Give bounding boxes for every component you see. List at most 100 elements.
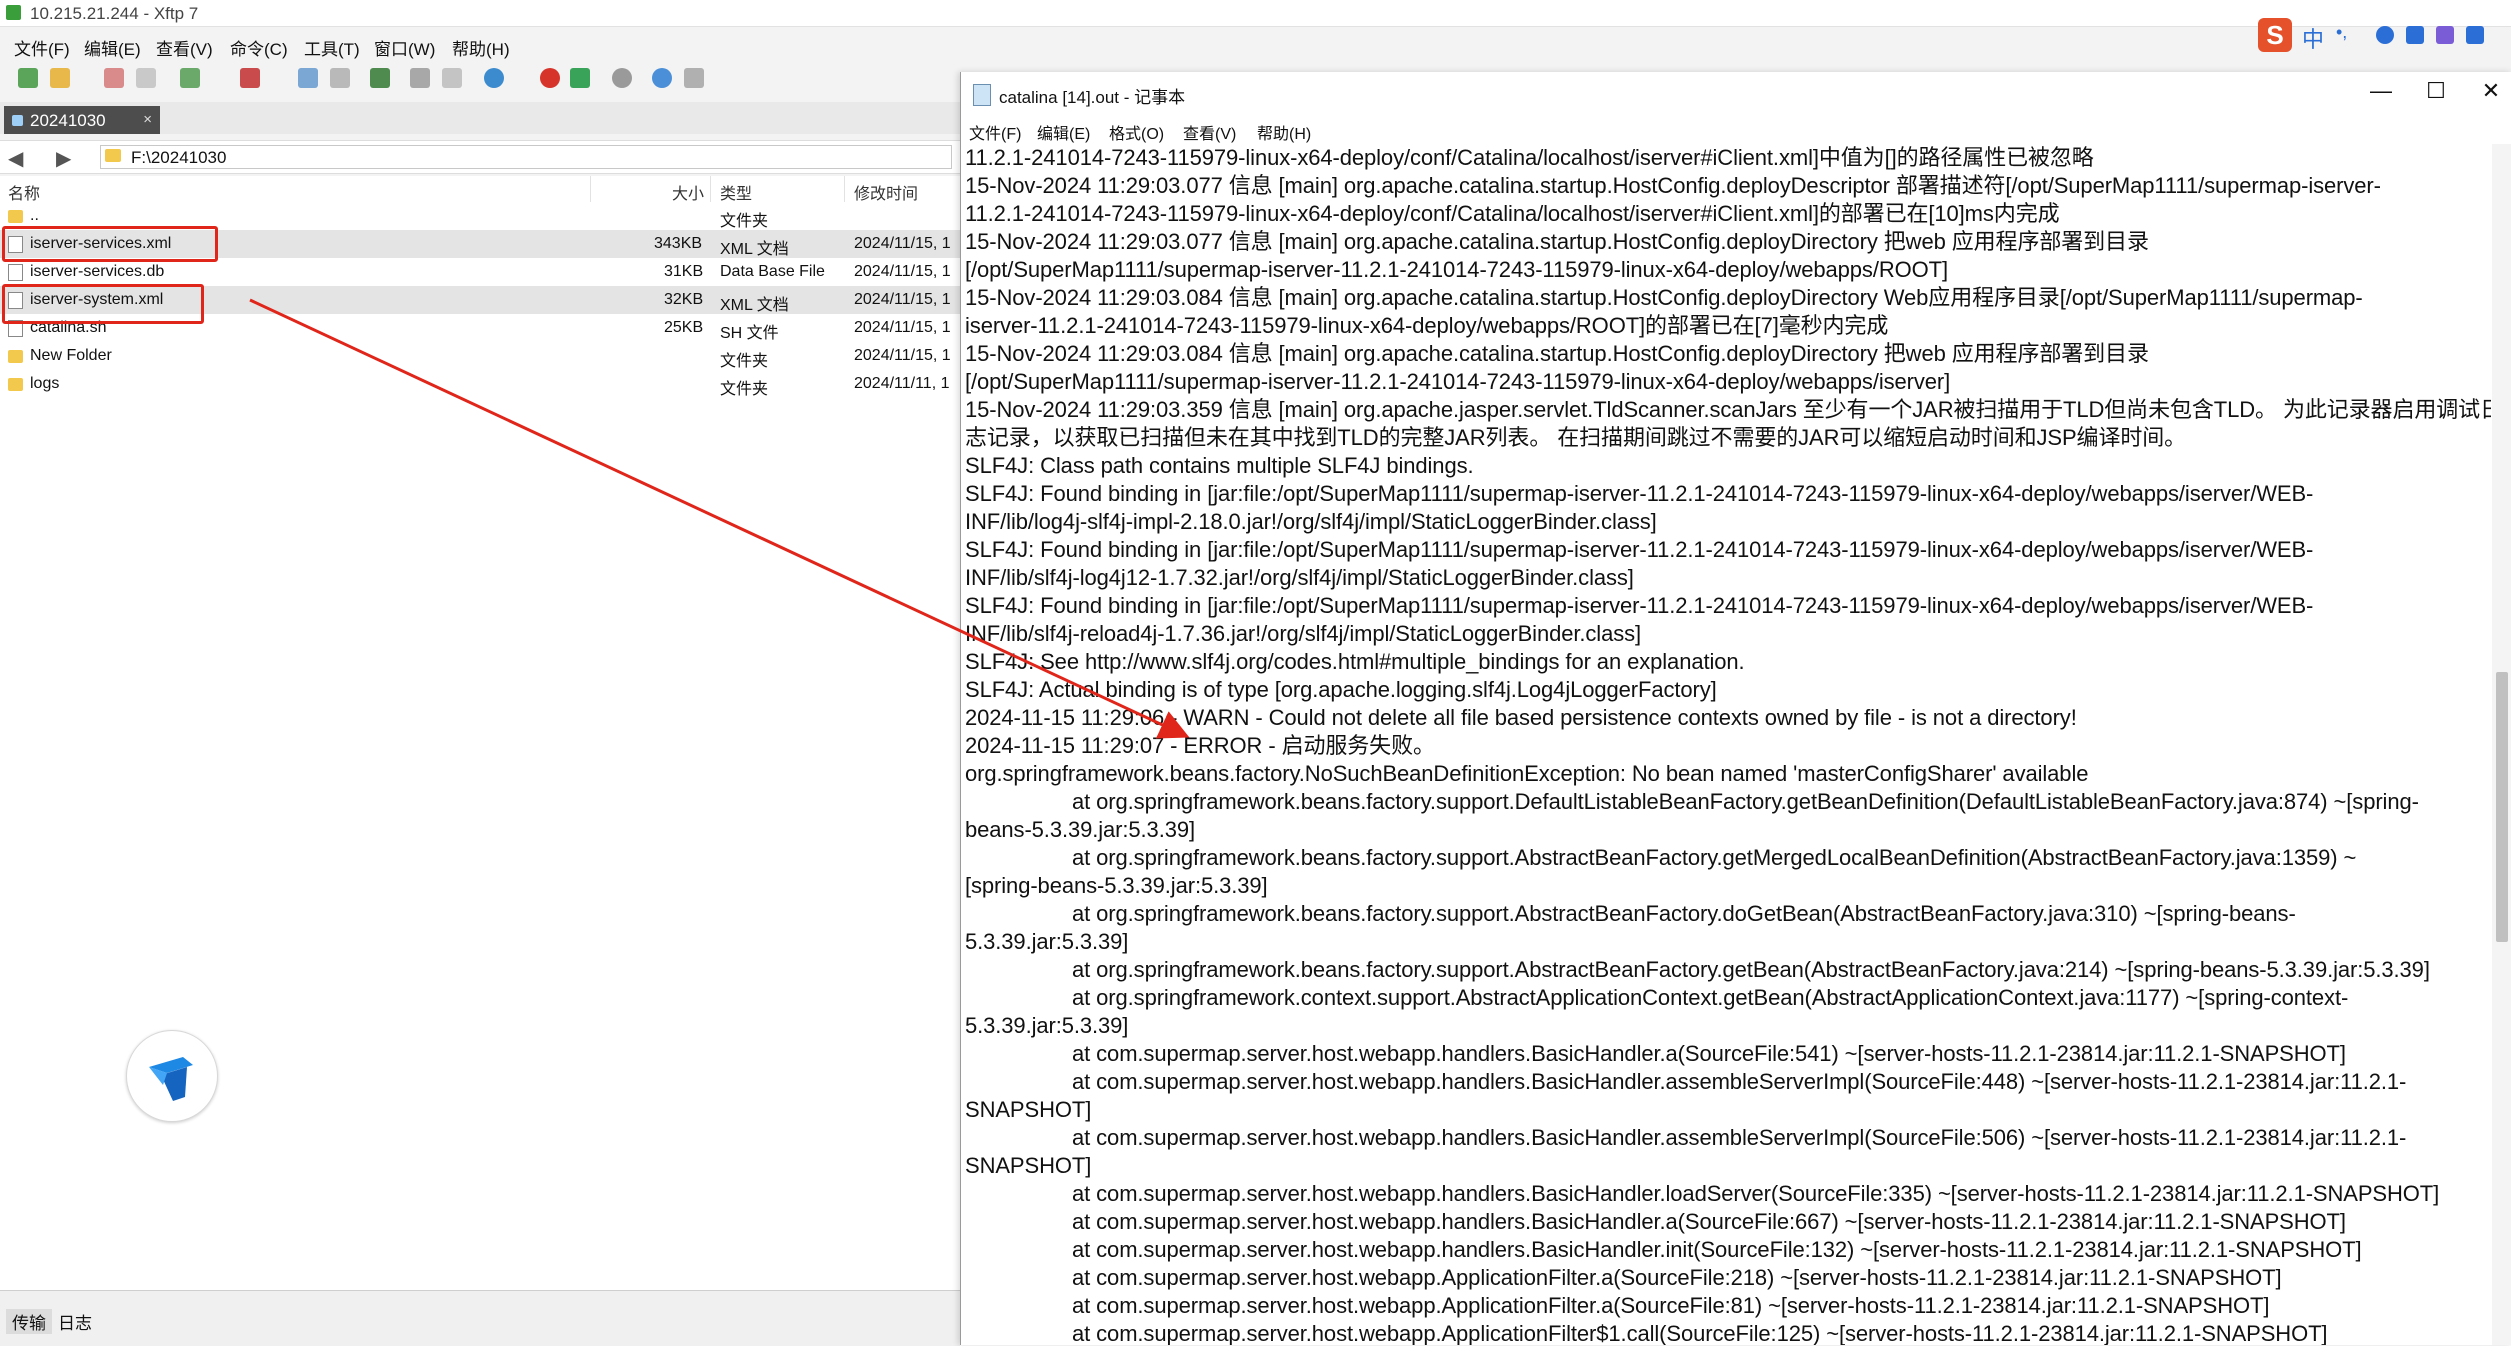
menu-edit[interactable]: 编辑(E) xyxy=(84,35,141,60)
log-line: INF/lib/slf4j-reload4j-1.7.36.jar!/org/s… xyxy=(965,621,1642,646)
notepad-window-title: catalina [14].out - 记事本 xyxy=(999,88,1186,107)
log-line: SLF4J: See http://www.slf4j.org/codes.ht… xyxy=(965,649,1745,674)
xftp-menubar: 文件(F) 编辑(E) 查看(V) 命令(C) 工具(T) 窗口(W) 帮助(H… xyxy=(0,30,960,60)
log-line: at com.supermap.server.host.webapp.Appli… xyxy=(1072,1265,2282,1290)
file-name: iserver-services.db xyxy=(30,263,165,280)
file-row-logs[interactable]: logs 文件夹 2024/11/11, 1 xyxy=(0,370,960,398)
np-menu-format[interactable]: 格式(O) xyxy=(1109,120,1164,144)
file-row-new-folder[interactable]: New Folder 文件夹 2024/11/15, 1 xyxy=(0,342,960,370)
xftp-app-icon xyxy=(6,5,21,20)
column-divider[interactable] xyxy=(844,176,845,202)
microphone-icon[interactable] xyxy=(2376,26,2394,44)
properties-icon[interactable] xyxy=(442,68,462,88)
file-modified: 2024/11/15, 1 xyxy=(854,319,951,336)
menu-help[interactable]: 帮助(H) xyxy=(452,35,510,60)
sogou-ime-icon[interactable]: S xyxy=(2258,18,2292,52)
back-icon[interactable]: ◀ xyxy=(8,146,23,171)
sync-icon[interactable] xyxy=(370,68,390,88)
column-modified[interactable]: 修改时间 xyxy=(854,180,918,204)
system-tray: S 中 •, xyxy=(2250,14,2511,54)
np-menu-edit[interactable]: 编辑(E) xyxy=(1037,120,1090,144)
vertical-scrollbar[interactable] xyxy=(2492,144,2511,1345)
np-menu-help[interactable]: 帮助(H) xyxy=(1257,120,1311,144)
np-menu-view[interactable]: 查看(V) xyxy=(1183,120,1236,144)
log-line: 15-Nov-2024 11:29:03.084 信息 [main] org.a… xyxy=(965,285,2363,310)
tab-20241030[interactable]: 20241030 × xyxy=(4,106,160,134)
keyboard-icon[interactable] xyxy=(2406,26,2424,44)
file-list: .. 文件夹 iserver-services.xml 343KB XML 文档… xyxy=(0,202,960,1292)
log-line: 2024-11-15 11:29:07 - ERROR - 启动服务失败。 xyxy=(965,733,1435,758)
new-session-icon[interactable] xyxy=(18,68,38,88)
ime-language-indicator[interactable]: 中 xyxy=(2302,22,2324,54)
path-text: F:\20241030 xyxy=(131,148,227,167)
stop-icon[interactable] xyxy=(540,68,560,88)
skin-icon[interactable] xyxy=(2436,26,2454,44)
log-line: at org.springframework.beans.factory.sup… xyxy=(1072,845,2357,870)
download-icon[interactable] xyxy=(330,68,350,88)
log-line: iserver-11.2.1-241014-7243-115979-linux-… xyxy=(965,313,1889,338)
menu-file[interactable]: 文件(F) xyxy=(14,35,70,60)
maximize-button[interactable]: ☐ xyxy=(2416,78,2456,104)
notepad-text-area[interactable]: 11.2.1-241014-7243-115979-linux-x64-depl… xyxy=(965,144,2491,1345)
menu-tools[interactable]: 工具(T) xyxy=(304,35,360,60)
tab-transfer[interactable]: 传输 xyxy=(6,1309,52,1334)
log-line: 15-Nov-2024 11:29:03.359 信息 [main] org.a… xyxy=(965,397,2491,422)
floating-app-logo[interactable] xyxy=(126,1030,218,1122)
column-divider[interactable] xyxy=(710,176,711,202)
log-line: at com.supermap.server.host.webapp.handl… xyxy=(1072,1237,2362,1262)
xftp-window-title: 10.215.21.244 - Xftp 7 xyxy=(30,4,199,23)
forward-icon[interactable]: ▶ xyxy=(56,146,71,171)
log-line: SNAPSHOT] xyxy=(965,1097,1092,1122)
address-bar: ◀ ▶ F:\20241030 xyxy=(0,140,960,174)
path-input[interactable]: F:\20241030 xyxy=(100,145,952,169)
menu-window[interactable]: 窗口(W) xyxy=(374,35,435,60)
file-type: 文件夹 xyxy=(720,213,769,230)
log-line: SNAPSHOT] xyxy=(965,1153,1092,1178)
np-menu-file[interactable]: 文件(F) xyxy=(969,120,1021,144)
reconnect-icon[interactable] xyxy=(136,68,156,88)
file-row-iserver-services-db[interactable]: iserver-services.db 31KB Data Base File … xyxy=(0,258,960,286)
xftp-bottom-tabs: 传输 日志 xyxy=(0,1290,960,1346)
globe-icon[interactable] xyxy=(484,68,504,88)
play-icon[interactable] xyxy=(240,68,260,88)
open-folder-icon[interactable] xyxy=(50,68,70,88)
file-type: XML 文档 xyxy=(720,297,789,314)
menu-command[interactable]: 命令(C) xyxy=(230,35,288,60)
log-line: at com.supermap.server.host.webapp.handl… xyxy=(1072,1209,2346,1234)
highlight-box-services-xml xyxy=(2,226,218,262)
log-line: 11.2.1-241014-7243-115979-linux-x64-depl… xyxy=(965,201,2060,226)
menu-view[interactable]: 查看(V) xyxy=(156,35,213,60)
disconnect-icon[interactable] xyxy=(104,68,124,88)
notepad-app-icon xyxy=(973,84,991,106)
log-line: at org.springframework.beans.factory.sup… xyxy=(1072,789,2419,814)
column-name[interactable]: 名称 xyxy=(8,180,40,204)
column-size[interactable]: 大小 xyxy=(672,180,704,204)
log-line: SLF4J: Found binding in [jar:file:/opt/S… xyxy=(965,537,2314,562)
toolbox-icon[interactable] xyxy=(2466,26,2484,44)
gear-icon[interactable] xyxy=(612,68,632,88)
file-modified: 2024/11/15, 1 xyxy=(854,235,951,252)
about-icon[interactable] xyxy=(684,68,704,88)
upload-icon[interactable] xyxy=(298,68,318,88)
session-tabstrip: 20241030 × xyxy=(0,102,960,134)
transfer-icon[interactable] xyxy=(180,68,200,88)
xftp-toolbar xyxy=(0,62,960,98)
log-line: 15-Nov-2024 11:29:03.084 信息 [main] org.a… xyxy=(965,341,2149,366)
folder-icon xyxy=(8,210,23,223)
tab-log[interactable]: 日志 xyxy=(58,1309,92,1334)
log-line: 11.2.1-241014-7243-115979-linux-x64-depl… xyxy=(965,145,2094,170)
column-divider[interactable] xyxy=(590,176,591,202)
file-name: New Folder xyxy=(30,347,112,364)
tab-close-icon[interactable]: × xyxy=(143,111,152,128)
column-type[interactable]: 类型 xyxy=(720,180,752,204)
help-icon[interactable] xyxy=(652,68,672,88)
minimize-button[interactable]: — xyxy=(2361,78,2401,104)
print-icon[interactable] xyxy=(410,68,430,88)
terminal-icon[interactable] xyxy=(570,68,590,88)
ime-punctuation-indicator[interactable]: •, xyxy=(2336,22,2347,43)
file-name: .. xyxy=(30,207,39,224)
log-line: at com.supermap.server.host.webapp.handl… xyxy=(1072,1181,2440,1206)
close-button[interactable]: ✕ xyxy=(2471,78,2511,104)
highlight-box-system-xml xyxy=(2,284,204,324)
scrollbar-thumb[interactable] xyxy=(2496,672,2508,942)
